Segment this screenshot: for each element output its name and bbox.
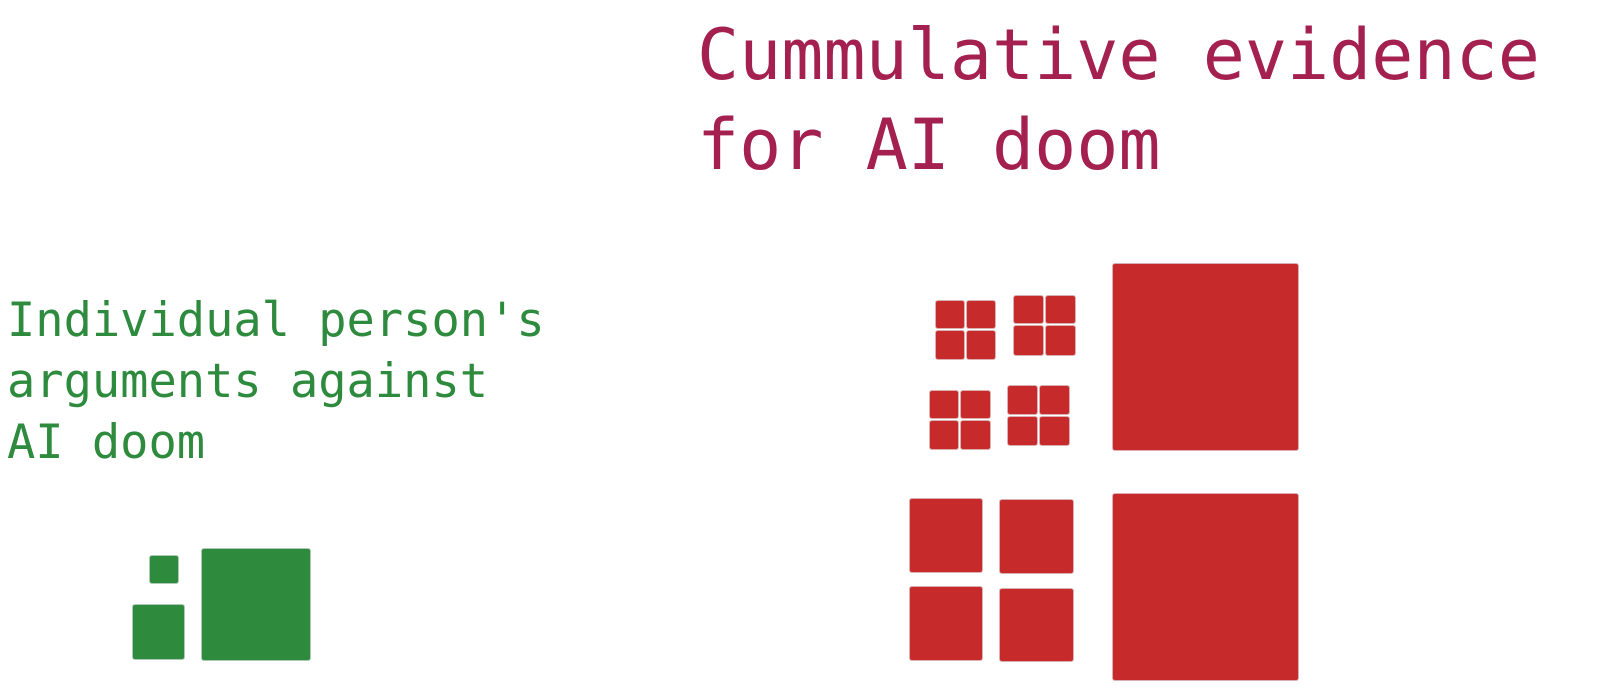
red-tiny-block [967,331,995,359]
individual-title-line-2: arguments against [7,354,489,409]
red-tiny-block [930,421,958,449]
green-block-large [202,549,310,660]
red-large-block [1113,264,1298,450]
individual-title-line-1: Individual person's [7,293,545,348]
red-tiny-block [930,391,958,418]
red-tiny-block [1014,326,1043,355]
red-medium-block [910,499,982,572]
green-block-tiny [150,556,178,583]
red-tiny-block [1008,386,1037,414]
red-medium-block [1000,589,1073,661]
red-tiny-block [961,391,990,418]
red-tiny-block [1008,417,1037,445]
red-tiny-block [967,301,995,328]
red-medium-block [1000,500,1073,573]
cumulative-title-line-1: Cummulative evidence [697,14,1540,96]
cumulative-title-line-2: for AI doom [697,104,1161,186]
red-large-block [1113,494,1298,680]
red-tiny-block [961,421,990,449]
red-tiny-block [1040,417,1069,445]
red-tiny-block [1046,326,1075,355]
red-tiny-block [936,301,964,328]
green-block-small [133,605,184,659]
red-tiny-block [1014,296,1043,323]
red-tiny-block [1046,296,1075,323]
red-tiny-block [936,331,964,359]
red-tiny-block [1040,386,1069,414]
individual-title-line-3: AI doom [7,415,206,470]
red-medium-block [910,587,982,660]
